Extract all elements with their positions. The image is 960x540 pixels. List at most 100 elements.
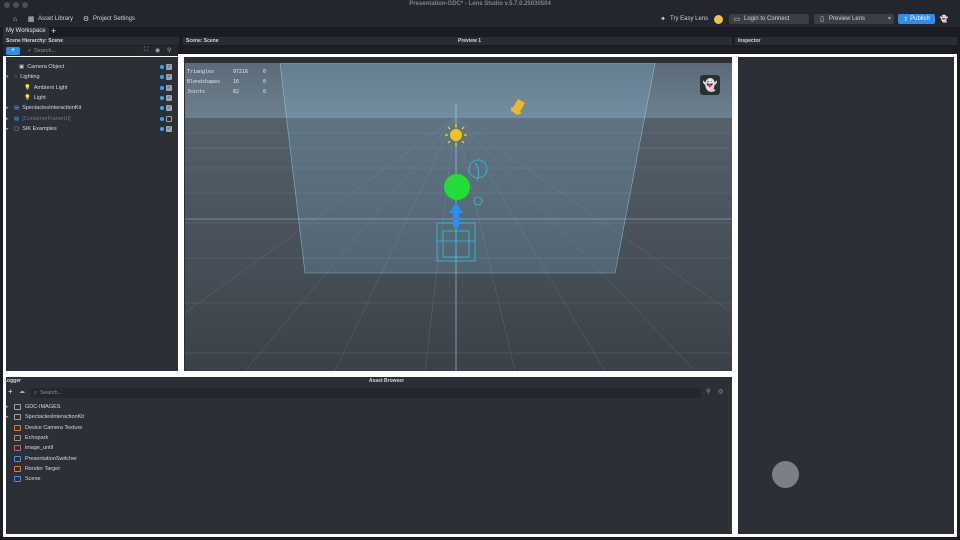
asset-browser-tab[interactable]: Asset Browser	[369, 377, 404, 385]
ghost-icon: 👻	[702, 78, 718, 92]
hierarchy-item-label: Camera Object	[27, 64, 65, 70]
hierarchy-item-label: SpectaclesInteractionKit	[22, 105, 82, 112]
visibility-checkbox[interactable]: ✓	[166, 105, 172, 112]
asset-item[interactable]: Scene	[6, 474, 306, 484]
asset-item-label: Device Camera Texture	[25, 424, 83, 431]
scene-viewport[interactable]: Triangles 97216 0 Blendshapes 16 0 Joints 82 0 👻	[185, 63, 732, 371]
green-sphere	[444, 174, 470, 200]
filter-icon[interactable]: ⚲	[167, 47, 171, 54]
stats-row: Triangles 97216 0	[187, 67, 266, 77]
asset-item[interactable]: Echopark	[6, 433, 306, 443]
asset-search[interactable]: ⌕ Search...	[31, 388, 701, 398]
asset-item[interactable]: PresentationSwitcher	[6, 454, 306, 464]
asset-item[interactable]: Device Camera Texture	[6, 423, 306, 433]
layer-dot	[160, 75, 164, 80]
login-label: Login to Connect	[744, 16, 790, 22]
asset-item-label: Echopark	[25, 434, 49, 441]
add-asset-button[interactable]: +	[8, 387, 13, 396]
search-icon: ⌕	[28, 47, 32, 54]
preview-lens-dropdown[interactable]: ▯ Preview Lens ▾	[814, 14, 894, 24]
scene-canvas[interactable]	[185, 63, 732, 371]
avatar[interactable]	[714, 14, 723, 24]
asset-item[interactable]: ▸ GDC-IMAGES	[6, 402, 306, 412]
asset-item-label: Scene	[25, 476, 41, 483]
publish-button[interactable]: ⇪ Publish	[898, 14, 935, 24]
settings-icon[interactable]: ◎	[718, 388, 723, 395]
add-object-button[interactable]: +	[6, 47, 20, 55]
chevron-right-icon[interactable]: ▸	[6, 116, 11, 122]
hierarchy-item-label: Ambient Light	[33, 84, 68, 91]
preview-title: Preview 1	[458, 38, 482, 44]
bulb-icon: 💡	[24, 84, 31, 91]
chevron-right-icon[interactable]: ▸	[6, 126, 11, 132]
stat-extra: 0	[263, 79, 267, 85]
ghost-icon: 👻	[939, 16, 949, 23]
eye-icon[interactable]: ◉	[155, 47, 160, 54]
chevron-right-icon[interactable]: ▸	[6, 414, 10, 420]
publish-label: Publish	[910, 16, 930, 22]
hierarchy-item[interactable]: 💡 Ambient Light ✓	[6, 83, 176, 93]
hierarchy-item[interactable]: ▣ Camera Object ✓	[6, 62, 176, 72]
project-settings-button[interactable]: ⚙ Project Settings	[82, 14, 135, 24]
asset-item[interactable]: Render Target	[6, 464, 306, 474]
asset-item-label: GDC-IMAGES	[25, 404, 61, 410]
inspector-header[interactable]: Inspector	[735, 37, 957, 45]
asset-item-label: PresentationSwitcher	[25, 455, 77, 462]
hierarchy-item[interactable]: ▸ ▤ SpectaclesInteractionKit ✓	[6, 103, 176, 113]
hierarchy-search[interactable]: ⌕ Search...	[25, 46, 139, 56]
workspace-bar: My Workspace +	[0, 26, 960, 37]
scene-title: Scene: Scene	[186, 38, 219, 44]
hierarchy-tree-icon[interactable]: ⛶	[144, 47, 148, 54]
chevron-down-icon[interactable]: ▾	[6, 74, 11, 80]
light-group-icon: ◌	[14, 74, 18, 81]
preview-header[interactable]: Preview 1	[455, 37, 732, 45]
bottom-panel-header: Logger Asset Browser	[4, 377, 732, 385]
chevron-right-icon[interactable]: ▸	[6, 105, 11, 111]
hierarchy-item[interactable]: 💡 Light ✓	[6, 93, 176, 103]
asset-item[interactable]: ▸ SpectaclesInteractionKit	[6, 412, 306, 422]
hierarchy-header[interactable]: Scene Hierarchy: Scene	[3, 37, 179, 45]
tab-my-workspace[interactable]: My Workspace	[3, 27, 49, 37]
bulb-icon: 💡	[24, 94, 31, 101]
device-icon: ▭	[733, 16, 741, 23]
home-button[interactable]: ⌂	[11, 14, 19, 24]
prefab-icon: ▤	[14, 115, 20, 122]
visibility-checkbox[interactable]: ✓	[166, 74, 172, 81]
inspector-panel	[735, 54, 957, 537]
asset-library-label: Asset Library	[38, 16, 74, 22]
visibility-checkbox[interactable]: ✓	[166, 94, 172, 101]
snapchat-preview-button[interactable]: 👻	[700, 75, 720, 95]
add-workspace-button[interactable]: +	[51, 26, 56, 36]
image-icon	[14, 434, 21, 441]
visibility-checkbox[interactable]: ✓	[166, 84, 172, 91]
visibility-checkbox[interactable]	[166, 115, 172, 122]
asset-item[interactable]: image_until	[6, 443, 306, 453]
hierarchy-item[interactable]: ▾ ◌ Lighting ✓	[6, 72, 176, 82]
logger-tab[interactable]: Logger	[4, 377, 21, 385]
hierarchy-item[interactable]: ▸ ▤ [ContainerFrameUI]	[6, 114, 176, 124]
script-icon	[14, 455, 21, 462]
stat-name: Triangles	[187, 69, 215, 75]
cursor-indicator	[772, 461, 799, 488]
stat-value: 16	[233, 79, 240, 85]
snapchat-account-button[interactable]: 👻	[939, 14, 949, 24]
camera-icon: ▣	[19, 64, 25, 70]
asset-library-button[interactable]: ▦ Asset Library	[27, 14, 73, 24]
login-button[interactable]: ▭ Login to Connect	[729, 14, 809, 24]
chevron-right-icon[interactable]: ▸	[6, 404, 10, 410]
filter-icon[interactable]: ⚲	[706, 388, 710, 395]
render-target-icon	[14, 465, 21, 472]
visibility-checkbox[interactable]: ✓	[166, 64, 172, 70]
stat-name: Blendshapes	[187, 79, 221, 85]
avatar-icon	[714, 14, 723, 24]
visibility-checkbox[interactable]: ✓	[166, 125, 172, 132]
home-icon: ⌂	[12, 15, 18, 23]
chevron-down-icon: ▾	[887, 16, 891, 22]
try-easy-lens-button[interactable]: ✦ Try Easy Lens	[659, 14, 708, 24]
scene-header[interactable]: Scene: Scene	[183, 37, 455, 45]
cloud-icon[interactable]: ☁	[19, 388, 25, 395]
stats-row: Joints 82 0	[187, 87, 266, 97]
texture-icon	[14, 424, 21, 431]
try-easy-lens-label: Try Easy Lens	[670, 16, 709, 22]
hierarchy-item[interactable]: ▸ ▢ SIK Examples ✓	[6, 124, 176, 134]
